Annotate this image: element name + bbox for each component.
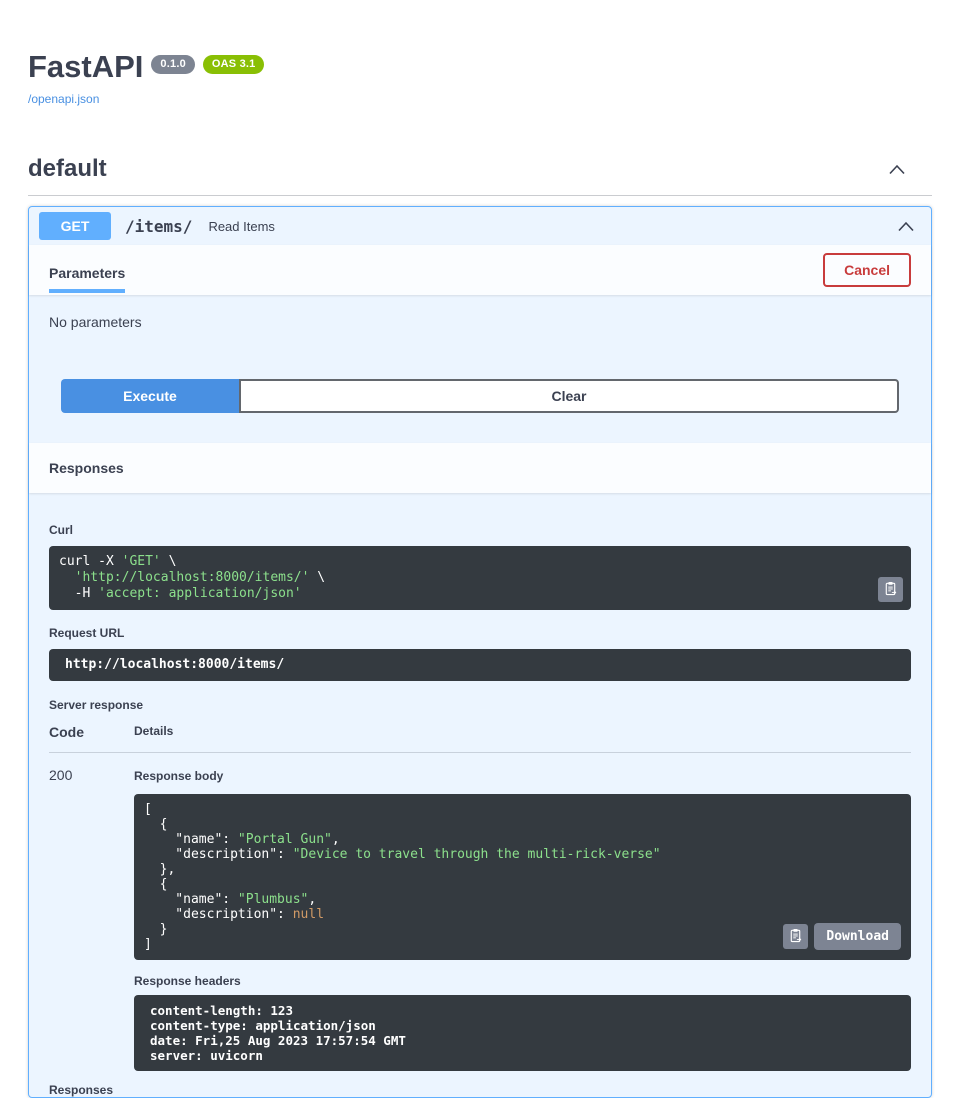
api-info: FastAPI 0.1.0 OAS 3.1 /openapi.json (28, 0, 932, 108)
details-column-header: Details (134, 724, 911, 740)
clear-button[interactable]: Clear (239, 379, 899, 413)
no-parameters-message: No parameters (29, 295, 931, 330)
api-title: FastAPI (28, 50, 143, 84)
responses-title: Responses (49, 460, 124, 476)
download-button[interactable]: Download (814, 923, 901, 950)
opblock-get-items: GET /items/ Read Items Parameters Cancel… (28, 206, 932, 1098)
curl-label: Curl (49, 523, 911, 537)
parameters-section-header: Parameters Cancel (29, 245, 931, 295)
request-url-value: http://localhost:8000/items/ (65, 657, 895, 673)
status-code: 200 (49, 767, 134, 1071)
swagger-ui-page: FastAPI 0.1.0 OAS 3.1 /openapi.json defa… (0, 0, 960, 1098)
chevron-up-icon[interactable] (897, 221, 915, 232)
copy-to-clipboard-button[interactable] (783, 924, 808, 949)
http-method-badge: GET (39, 212, 111, 240)
response-row-200: 200 Response body [ { "name": "Portal Gu… (49, 753, 911, 1071)
clipboard-icon (788, 928, 803, 946)
clipboard-icon (883, 581, 898, 599)
request-url-block: http://localhost:8000/items/ (49, 649, 911, 681)
tab-parameters[interactable]: Parameters (49, 248, 125, 293)
operation-path: /items/ (125, 217, 192, 236)
server-response-label: Server response (49, 698, 911, 712)
opblock-header[interactable]: GET /items/ Read Items (29, 207, 931, 245)
execute-wrapper: Execute Clear (29, 330, 931, 443)
code-column-header: Code (49, 724, 134, 740)
response-body-label: Response body (134, 769, 223, 783)
curl-command-block: curl -X 'GET' \ 'http://localhost:8000/i… (49, 546, 911, 610)
live-response-table: Code Details 200 Response body [ { "name… (49, 724, 911, 1071)
oas-badge: OAS 3.1 (203, 55, 265, 74)
cancel-button[interactable]: Cancel (823, 253, 911, 287)
operation-summary: Read Items (208, 219, 897, 234)
response-headers-label: Response headers (134, 974, 911, 988)
request-url-label: Request URL (49, 626, 911, 640)
tag-title: default (28, 155, 107, 183)
responses-content: Curl curl -X 'GET' \ 'http://localhost:8… (29, 493, 931, 1097)
response-body-block: [ { "name": "Portal Gun", "description":… (134, 794, 911, 960)
chevron-up-icon[interactable] (888, 164, 906, 175)
responses-section-header: Responses (29, 443, 931, 493)
openapi-spec-link[interactable]: /openapi.json (28, 92, 99, 106)
version-badge: 0.1.0 (151, 55, 194, 74)
copy-to-clipboard-button[interactable] (878, 577, 903, 602)
documented-responses-label: Responses (49, 1083, 911, 1097)
response-headers-block: content-length: 123content-type: applica… (134, 995, 911, 1071)
tag-section-header[interactable]: default (28, 155, 932, 196)
execute-button[interactable]: Execute (61, 379, 239, 413)
